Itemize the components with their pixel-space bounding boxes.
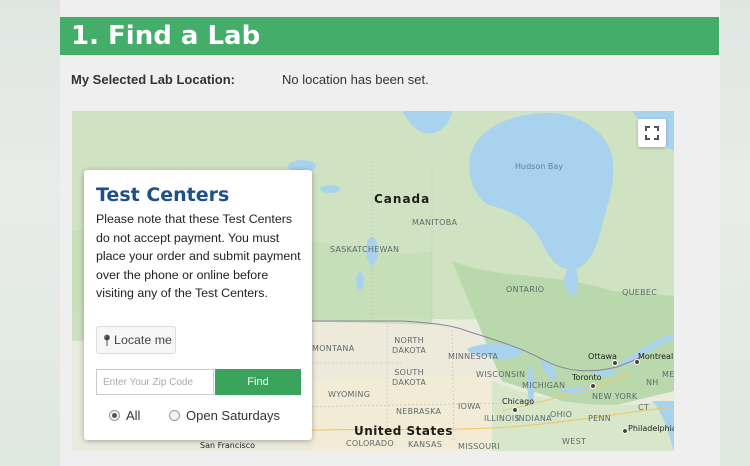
- panel-title: Test Centers: [96, 184, 230, 206]
- map-label-wyoming: WYOMING: [328, 390, 371, 399]
- selected-location-label: My Selected Lab Location:: [71, 72, 235, 87]
- city-marker-chicago: [512, 407, 518, 413]
- map-label-ct: CT: [638, 403, 650, 412]
- panel-notice: Please note that these Test Centers do n…: [96, 212, 301, 301]
- map-marker-icon: 📍︎: [100, 335, 115, 347]
- radio-selected-icon: [109, 410, 120, 421]
- map-label-kansas: KANSAS: [408, 440, 443, 449]
- map-label-quebec: QUEBEC: [622, 288, 658, 297]
- map-label-montana: MONTANA: [312, 344, 355, 353]
- filter-all-label: All: [126, 408, 141, 423]
- filter-open-saturdays-label: Open Saturdays: [186, 408, 280, 423]
- filter-open-saturdays-radio[interactable]: Open Saturdays: [169, 408, 280, 423]
- map-label-south-dakota: SOUTH DAKOTA: [392, 368, 427, 387]
- map-label-illinois: ILLINOIS: [484, 414, 520, 423]
- map-label-michigan: MICHIGAN: [522, 381, 566, 390]
- section-header: 1. Find a Lab: [60, 17, 719, 55]
- map-label-philadelphia: Philadelphia: [628, 424, 674, 433]
- map-label-canada: Canada: [374, 192, 431, 206]
- fullscreen-icon: [645, 126, 659, 140]
- locate-me-button[interactable]: 📍︎Locate me: [96, 326, 176, 354]
- map-label-west: WEST: [562, 437, 587, 446]
- map-label-indiana: INDIANA: [516, 414, 552, 423]
- map-label-me: ME: [662, 370, 674, 379]
- map-label-chicago: Chicago: [502, 397, 535, 406]
- fullscreen-button[interactable]: [638, 119, 666, 147]
- filter-all-radio[interactable]: All: [109, 408, 140, 423]
- section-title: 1. Find a Lab: [71, 21, 261, 51]
- map-label-montreal: Montreal: [638, 352, 674, 361]
- map-label-iowa: IOWA: [458, 402, 481, 411]
- map-label-ottawa: Ottawa: [588, 352, 617, 361]
- map-label-colorado: COLORADO: [346, 439, 394, 448]
- selected-location-value: No location has been set.: [282, 72, 429, 87]
- map-label-ohio: OHIO: [550, 410, 573, 419]
- map-label-manitoba: MANITOBA: [412, 218, 458, 227]
- find-button[interactable]: Find: [215, 369, 301, 395]
- map-label-wisconsin: WISCONSIN: [476, 370, 526, 379]
- map-label-united-states: United States: [354, 424, 454, 438]
- zip-code-input[interactable]: [96, 369, 214, 395]
- locate-me-label: Locate me: [114, 333, 172, 347]
- radio-unselected-icon: [169, 410, 180, 421]
- map-label-new-york: NEW YORK: [592, 392, 638, 401]
- map-label-north-dakota: NORTH DAKOTA: [392, 336, 427, 355]
- city-marker-toronto: [590, 383, 596, 389]
- test-centers-panel: Test Centers Please note that these Test…: [84, 170, 312, 440]
- map-label-hudson-bay: Hudson Bay: [515, 162, 563, 171]
- map-label-penn: PENN: [588, 414, 612, 423]
- map-label-missouri: MISSOURI: [458, 442, 500, 451]
- map-label-nh: NH: [646, 378, 659, 387]
- map-label-nebraska: NEBRASKA: [396, 407, 442, 416]
- map-label-saskatchewan: SASKATCHEWAN: [330, 245, 400, 254]
- map-label-ontario: ONTARIO: [506, 285, 545, 294]
- map-label-toronto: Toronto: [572, 373, 602, 382]
- map-label-minnesota: MINNESOTA: [448, 352, 499, 361]
- map-label-san-francisco: San Francisco: [200, 441, 255, 450]
